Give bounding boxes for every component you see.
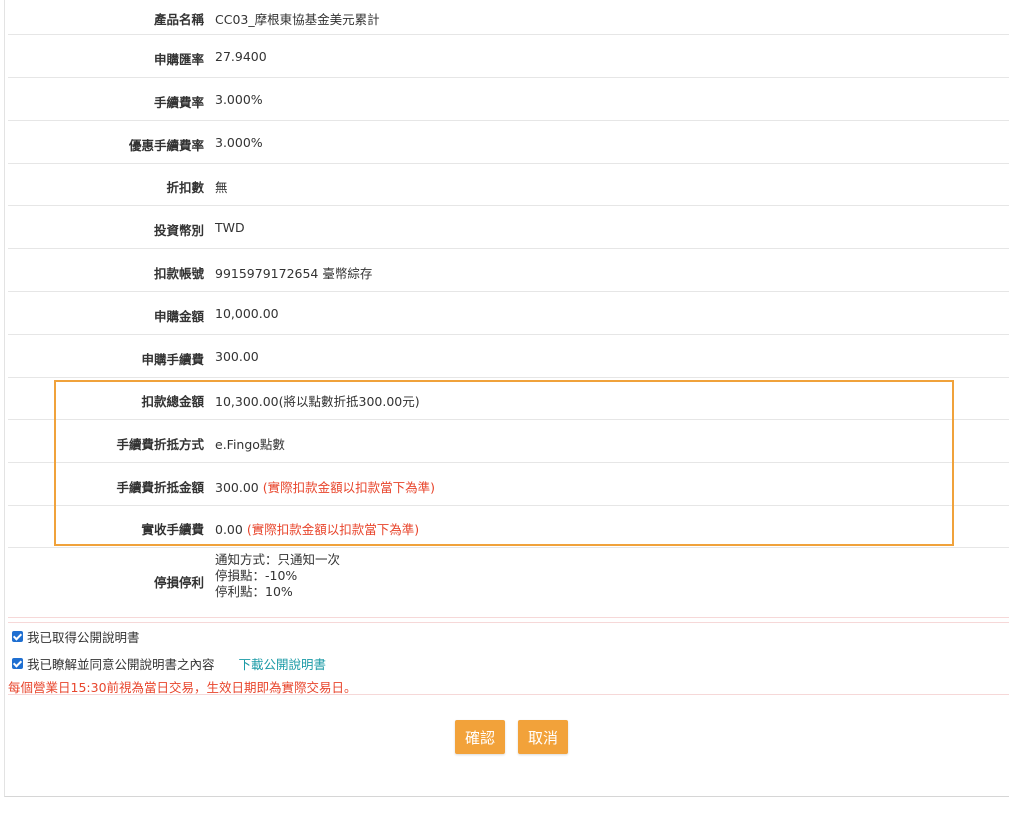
- product-name-label: 產品名稱: [153, 12, 204, 27]
- actual-fee-value: 0.00 (實際扣款金額以扣款當下為準): [215, 519, 419, 538]
- fee-offset-method-label: 手續費折抵方式: [116, 437, 204, 452]
- debit-account-value: 9915979172654 臺幣綜存: [215, 266, 373, 281]
- row-currency: 投資幣別 TWD: [8, 206, 1009, 249]
- confirm-button[interactable]: 確認: [455, 720, 506, 754]
- product-name-value: CC03_摩根東協基金美元累計: [215, 12, 380, 27]
- prospectus-received-label: 我已取得公開說明書: [27, 630, 140, 645]
- stop-loss-profit-values: 通知方式：只通知一次 停損點：-10% 停利點：10%: [215, 552, 340, 600]
- discount-fee-rate-value: 3.000%: [215, 135, 263, 150]
- exchange-rate-value: 27.9400: [215, 49, 267, 64]
- prospectus-received-check[interactable]: 我已取得公開說明書: [12, 627, 140, 646]
- notify-method: 通知方式：只通知一次: [215, 552, 341, 567]
- divider: [8, 622, 1009, 623]
- fee-rate-value: 3.000%: [215, 92, 263, 107]
- stop-loss-point: 停損點：-10%: [215, 568, 298, 583]
- row-discount-fee-rate: 優惠手續費率 3.000%: [8, 121, 1009, 164]
- prospectus-agree-check[interactable]: 我已瞭解並同意公開說明書之內容 下載公開說明書: [12, 654, 326, 673]
- row-product-name: 產品名稱 CC03_摩根東協基金美元累計: [8, 0, 1009, 35]
- checkbox-checked-icon[interactable]: [12, 631, 23, 642]
- checkbox-checked-icon[interactable]: [12, 658, 23, 669]
- actual-fee-number: 0.00: [215, 522, 243, 537]
- fee-offset-amount-label: 手續費折抵金額: [116, 480, 204, 495]
- fee-offset-amount-note: (實際扣款金額以扣款當下為準): [262, 480, 435, 495]
- take-profit-point: 停利點：10%: [215, 584, 293, 599]
- exchange-rate-label: 申購匯率: [153, 52, 204, 67]
- fee-offset-method-value: e.Fingo點數: [215, 437, 285, 452]
- subscription-fee-label: 申購手續費: [141, 352, 204, 367]
- row-discount: 折扣數 無: [8, 164, 1009, 206]
- total-debit-label: 扣款總金額: [141, 394, 204, 409]
- discount-label: 折扣數: [166, 180, 204, 195]
- subscription-amount-value: 10,000.00: [215, 306, 279, 321]
- actual-fee-label: 實收手續費: [141, 522, 204, 537]
- row-actual-fee: 實收手續費 0.00 (實際扣款金額以扣款當下為準): [8, 506, 1009, 548]
- row-exchange-rate: 申購匯率 27.9400: [8, 35, 1009, 78]
- currency-label: 投資幣別: [153, 223, 204, 238]
- row-fee-offset-amount: 手續費折抵金額 300.00 (實際扣款金額以扣款當下為準): [8, 463, 1009, 506]
- row-stop-loss-profit: 停損停利 通知方式：只通知一次 停損點：-10% 停利點：10%: [8, 548, 1009, 618]
- stop-loss-profit-label: 停損停利: [153, 575, 204, 590]
- subscription-fee-value: 300.00: [215, 349, 259, 364]
- row-subscription-amount: 申購金額 10,000.00: [8, 292, 1009, 335]
- discount-fee-rate-label: 優惠手續費率: [128, 138, 204, 153]
- row-subscription-fee: 申購手續費 300.00: [8, 335, 1009, 378]
- currency-value: TWD: [215, 220, 245, 235]
- fee-offset-amount-value: 300.00 (實際扣款金額以扣款當下為準): [215, 477, 435, 496]
- cancel-button[interactable]: 取消: [518, 720, 569, 754]
- prospectus-agree-label: 我已瞭解並同意公開說明書之內容: [27, 657, 215, 672]
- discount-value: 無: [215, 180, 228, 195]
- debit-account-label: 扣款帳號: [153, 266, 204, 281]
- actual-fee-note: (實際扣款金額以扣款當下為準): [246, 522, 420, 537]
- fee-rate-label: 手續費率: [153, 95, 204, 110]
- divider: [8, 694, 1009, 695]
- row-fee-rate: 手續費率 3.000%: [8, 78, 1009, 121]
- download-prospectus-link[interactable]: 下載公開說明書: [239, 654, 327, 673]
- subscription-amount-label: 申購金額: [153, 309, 204, 324]
- row-total-debit: 扣款總金額 10,300.00(將以點數折抵300.00元): [8, 378, 1009, 420]
- fee-offset-amount-number: 300.00: [215, 480, 259, 495]
- total-debit-value: 10,300.00(將以點數折抵300.00元): [215, 394, 420, 409]
- row-debit-account: 扣款帳號 9915979172654 臺幣綜存: [8, 249, 1009, 292]
- row-fee-offset-method: 手續費折抵方式 e.Fingo點數: [8, 420, 1009, 463]
